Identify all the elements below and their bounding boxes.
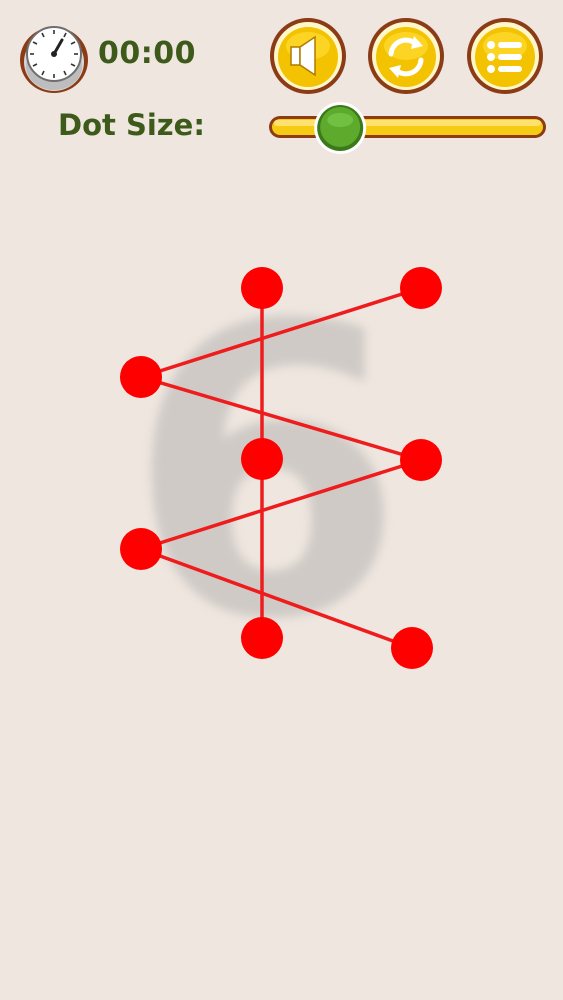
dot[interactable] [120,356,162,398]
dot-size-label: Dot Size: [58,108,205,142]
sound-button[interactable] [269,16,347,96]
dot-size-slider[interactable] [268,102,548,154]
restart-button[interactable] [367,16,445,96]
slider-handle[interactable] [314,102,367,154]
timer-readout: 00:00 [98,36,196,71]
dot[interactable] [241,267,283,309]
dot[interactable] [400,267,442,309]
dot[interactable] [241,617,283,659]
stopwatch-icon [20,26,88,93]
list-icon [487,41,522,73]
dot[interactable] [241,438,283,480]
menu-button[interactable] [466,16,544,96]
dot[interactable] [120,528,162,570]
dot[interactable] [400,439,442,481]
puzzle-board[interactable]: 6 [0,180,563,800]
dot[interactable] [391,627,433,669]
